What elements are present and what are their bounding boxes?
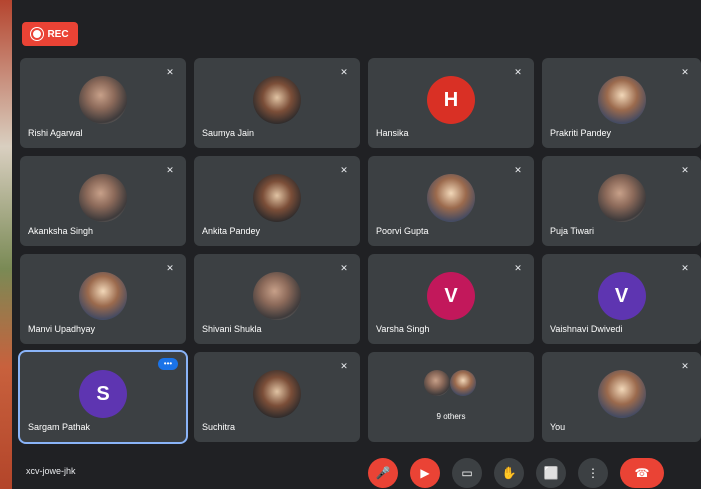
participant-name: Sargam Pathak bbox=[28, 422, 91, 432]
mic-off-icon: ✕ bbox=[340, 361, 348, 371]
participant-tile[interactable]: ✕ Manvi Upadhyay bbox=[20, 254, 186, 344]
participant-name: Akanksha Singh bbox=[28, 226, 94, 236]
participant-name: Hansika bbox=[376, 128, 409, 138]
participant-name: Manvi Upadhyay bbox=[28, 324, 96, 334]
participant-tile[interactable]: ✕ Shivani Shukla bbox=[194, 254, 360, 344]
mic-off-icon: ✕ bbox=[514, 67, 522, 77]
avatar bbox=[450, 370, 476, 396]
participant-name: Poorvi Gupta bbox=[376, 226, 429, 236]
avatar bbox=[79, 272, 127, 320]
end-call-button[interactable]: ☎ bbox=[620, 458, 664, 488]
mic-off-icon: ✕ bbox=[340, 67, 348, 77]
mic-off-icon: ✕ bbox=[681, 361, 689, 371]
captions-icon: ▭ bbox=[461, 466, 473, 480]
participant-tile[interactable]: ✕ Ankita Pandey bbox=[194, 156, 360, 246]
recording-badge: REC bbox=[22, 22, 78, 46]
mic-off-icon: ✕ bbox=[166, 165, 174, 175]
avatar bbox=[424, 370, 450, 396]
self-tile[interactable]: ✕ You bbox=[542, 352, 701, 442]
raise-hand-button[interactable]: ✋ bbox=[494, 458, 524, 488]
avatar bbox=[79, 76, 127, 124]
avatar: V bbox=[597, 272, 646, 320]
captions-button[interactable]: ▭ bbox=[452, 458, 482, 488]
participant-name: You bbox=[550, 422, 566, 432]
hand-icon: ✋ bbox=[501, 466, 517, 480]
avatar: S bbox=[79, 370, 127, 418]
participant-tile[interactable]: ✕ Prakriti Pandey bbox=[542, 58, 701, 148]
mic-off-icon: 🎤 bbox=[375, 466, 391, 480]
mic-off-icon: ✕ bbox=[340, 263, 348, 273]
avatar bbox=[597, 370, 646, 418]
present-button[interactable]: ⬜ bbox=[536, 458, 566, 488]
camera-off-icon: ▶ bbox=[420, 466, 430, 480]
participant-name: Saumya Jain bbox=[202, 128, 255, 138]
avatar bbox=[597, 174, 646, 222]
camera-toggle-button[interactable]: ▶ bbox=[410, 458, 440, 488]
others-tile[interactable]: 9 others bbox=[368, 352, 534, 442]
participant-tile[interactable]: ✕ Akanksha Singh bbox=[20, 156, 186, 246]
avatar bbox=[79, 174, 127, 222]
more-vert-icon: ⋮ bbox=[587, 466, 599, 480]
mic-off-icon: ✕ bbox=[340, 165, 348, 175]
call-end-icon: ☎ bbox=[634, 466, 650, 480]
mic-off-icon: ✕ bbox=[514, 165, 522, 175]
participant-name: Rishi Agarwal bbox=[28, 128, 83, 138]
avatar: V bbox=[427, 272, 475, 320]
participant-tile[interactable]: ✕ Suchitra bbox=[194, 352, 360, 442]
participant-name: Prakriti Pandey bbox=[550, 128, 612, 138]
participant-name: Suchitra bbox=[202, 422, 236, 432]
mic-off-icon: ✕ bbox=[681, 67, 689, 77]
mic-toggle-button[interactable]: 🎤 bbox=[368, 458, 398, 488]
participant-tile[interactable]: ✕ Rishi Agarwal bbox=[20, 58, 186, 148]
others-count: 9 others bbox=[436, 412, 466, 421]
participant-name: Puja Tiwari bbox=[550, 226, 595, 236]
mic-off-icon: ✕ bbox=[681, 165, 689, 175]
speaking-indicator-icon: ••• bbox=[158, 358, 178, 370]
meeting-code: xcv-jowe-jhk bbox=[26, 466, 76, 476]
avatar bbox=[253, 76, 301, 124]
participant-tile[interactable]: ✕ Puja Tiwari bbox=[542, 156, 701, 246]
avatar bbox=[427, 174, 475, 222]
more-options-button[interactable]: ⋮ bbox=[578, 458, 608, 488]
avatar bbox=[253, 174, 301, 222]
participant-tile[interactable]: V ✕ Vaishnavi Dwivedi bbox=[542, 254, 701, 344]
avatar bbox=[597, 76, 646, 124]
participant-tile[interactable]: ✕ Saumya Jain bbox=[194, 58, 360, 148]
avatar bbox=[253, 272, 301, 320]
mic-off-icon: ✕ bbox=[166, 263, 174, 273]
participant-name: Shivani Shukla bbox=[202, 324, 262, 334]
mic-off-icon: ✕ bbox=[166, 67, 174, 77]
participant-name: Vaishnavi Dwivedi bbox=[550, 324, 623, 334]
call-controls-bar: xcv-jowe-jhk 🎤 ▶ ▭ ✋ ⬜ ⋮ ☎ bbox=[12, 450, 701, 489]
background-photo-strip bbox=[0, 0, 12, 489]
avatar bbox=[253, 370, 301, 418]
video-grid: REC ✕ Rishi Agarwal ✕ Saumya Jain H ✕ Ha… bbox=[12, 8, 701, 489]
participant-name: Ankita Pandey bbox=[202, 226, 261, 236]
mic-off-icon: ✕ bbox=[514, 263, 522, 273]
record-icon bbox=[31, 28, 44, 40]
mic-off-icon: ✕ bbox=[681, 263, 689, 273]
participant-tile[interactable]: V ✕ Varsha Singh bbox=[368, 254, 534, 344]
participant-tile[interactable]: ✕ Poorvi Gupta bbox=[368, 156, 534, 246]
participant-tile[interactable]: H ✕ Hansika bbox=[368, 58, 534, 148]
recording-label: REC bbox=[47, 28, 69, 40]
present-icon: ⬜ bbox=[543, 466, 559, 480]
participant-tile[interactable]: ••• S Sargam Pathak bbox=[18, 350, 188, 444]
participant-name: Varsha Singh bbox=[376, 324, 430, 334]
avatar: H bbox=[427, 76, 475, 124]
